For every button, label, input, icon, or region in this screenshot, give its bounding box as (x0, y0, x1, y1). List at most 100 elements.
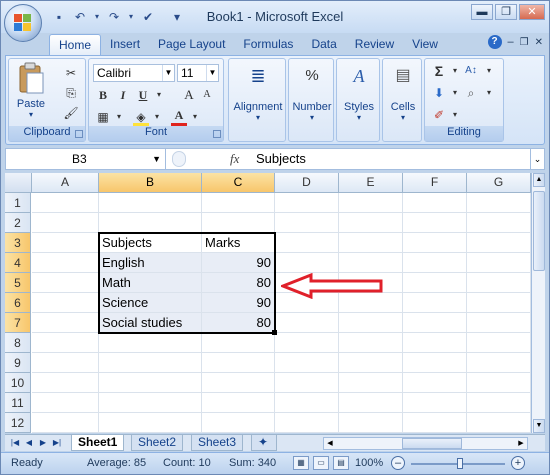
grid-cell[interactable] (467, 293, 531, 313)
grid-cell[interactable] (202, 353, 275, 373)
formula-bar-resize-handle[interactable] (172, 151, 186, 167)
borders-icon[interactable]: ▦ (95, 109, 111, 125)
underline-dropdown-icon[interactable]: ▾ (151, 87, 167, 103)
column-header-d[interactable]: D (275, 173, 339, 193)
italic-button[interactable]: I (115, 87, 131, 103)
grid-cell[interactable] (275, 393, 339, 413)
sort-filter-dropdown-icon[interactable]: ▾ (481, 63, 497, 79)
font-size-dropdown-icon[interactable]: ▼ (206, 65, 218, 81)
grid-cell[interactable] (99, 393, 202, 413)
grid-cell[interactable] (32, 413, 99, 433)
grid-cell[interactable] (403, 353, 467, 373)
grid-cell[interactable] (467, 213, 531, 233)
scroll-up-button[interactable]: ▲ (533, 173, 545, 187)
grid-cell[interactable] (403, 213, 467, 233)
grid-cell[interactable] (275, 413, 339, 433)
grid-cell[interactable] (403, 393, 467, 413)
insert-sheet-icon[interactable]: ✦ (251, 435, 277, 451)
row-header-7[interactable]: 7 (5, 313, 31, 333)
sheet-tab-2[interactable]: Sheet2 (131, 435, 184, 451)
normal-view-icon[interactable]: ▦ (293, 456, 309, 470)
grid-cell[interactable] (275, 213, 339, 233)
grid-cell[interactable] (32, 313, 99, 333)
grid-cell[interactable] (99, 353, 202, 373)
vertical-scrollbar[interactable]: ▲ ▼ (531, 173, 545, 433)
name-box-dropdown-icon[interactable]: ▼ (152, 149, 161, 169)
grid-cell[interactable] (467, 233, 531, 253)
tab-formulas[interactable]: Formulas (234, 34, 302, 56)
paste-dropdown-icon[interactable]: ▾ (13, 110, 49, 119)
doc-close-button[interactable]: ✕ (535, 37, 543, 48)
column-header-c[interactable]: C (202, 173, 275, 193)
styles-button[interactable]: A Styles ▾ (339, 65, 379, 122)
grid-cell[interactable] (339, 213, 403, 233)
grid-cell[interactable] (202, 413, 275, 433)
fill-color-dropdown-icon[interactable]: ▾ (149, 109, 165, 125)
sheet-tab-1[interactable]: Sheet1 (71, 435, 125, 451)
underline-button[interactable]: U (135, 87, 151, 103)
grid-cell[interactable] (202, 393, 275, 413)
autosum-icon[interactable]: Σ (431, 63, 447, 79)
zoom-out-button[interactable]: – (391, 456, 405, 470)
scroll-right-button[interactable]: ▶ (515, 438, 527, 449)
row-header-5[interactable]: 5 (5, 273, 31, 293)
grid-cell[interactable] (403, 293, 467, 313)
column-header-b[interactable]: B (99, 173, 202, 193)
horizontal-scroll-thumb[interactable] (402, 438, 462, 449)
last-sheet-icon[interactable]: ▶| (51, 437, 63, 449)
scroll-left-button[interactable]: ◀ (324, 438, 336, 449)
grid-cell[interactable] (32, 193, 99, 213)
grid-cell[interactable] (467, 353, 531, 373)
select-all-button[interactable] (5, 173, 32, 193)
grid-cell[interactable] (403, 193, 467, 213)
font-color-button[interactable]: A (171, 107, 187, 123)
grid-cell[interactable] (99, 193, 202, 213)
grid-cell[interactable] (32, 393, 99, 413)
grid-cell[interactable] (202, 193, 275, 213)
grid-cell[interactable] (32, 253, 99, 273)
format-painter-icon[interactable]: 🖌 (63, 105, 79, 121)
expand-formula-bar-icon[interactable]: ⌄ (530, 149, 544, 169)
grid-cell[interactable] (275, 193, 339, 213)
tab-data[interactable]: Data (302, 34, 345, 56)
clear-icon[interactable]: ✐ (431, 107, 447, 123)
zoom-level[interactable]: 100% (355, 457, 383, 469)
prev-sheet-icon[interactable]: ◀ (23, 437, 35, 449)
grid-cell[interactable] (403, 313, 467, 333)
next-sheet-icon[interactable]: ▶ (37, 437, 49, 449)
grid-cell[interactable] (202, 373, 275, 393)
alignment-button[interactable]: ≣ Alignment ▾ (233, 65, 283, 122)
row-header-1[interactable]: 1 (5, 193, 31, 213)
minimize-button[interactable]: ▬ (471, 4, 493, 20)
grid-cell[interactable] (339, 313, 403, 333)
grid-cell[interactable] (99, 413, 202, 433)
grid-cell[interactable] (467, 413, 531, 433)
column-header-e[interactable]: E (339, 173, 403, 193)
find-select-dropdown-icon[interactable]: ▾ (481, 85, 497, 101)
tab-home[interactable]: Home (49, 34, 102, 56)
shrink-font-button[interactable]: A (199, 87, 215, 103)
tab-view[interactable]: View (403, 34, 447, 56)
close-button[interactable]: ✕ (519, 4, 545, 20)
grid-cell[interactable] (99, 373, 202, 393)
bold-button[interactable]: B (95, 87, 111, 103)
sort-filter-icon[interactable]: A↕ (463, 63, 479, 79)
grid-cell[interactable] (339, 193, 403, 213)
fill-icon[interactable]: ⬇ (431, 85, 447, 101)
cells-group[interactable]: ▤ Cells ▾ (382, 58, 422, 142)
tab-review[interactable]: Review (346, 34, 403, 56)
alignment-group[interactable]: ≣ Alignment ▾ (228, 58, 286, 142)
row-header-4[interactable]: 4 (5, 253, 31, 273)
clear-dropdown-icon[interactable]: ▾ (447, 107, 463, 123)
grid-cell[interactable] (339, 233, 403, 253)
worksheet-grid[interactable]: A B C D E F G 1 2 3 Subjects Marks 4 English 90 5 Math 80… (5, 173, 531, 433)
grid-cell[interactable] (339, 393, 403, 413)
grid-cell[interactable] (467, 253, 531, 273)
column-header-f[interactable]: F (403, 173, 467, 193)
grow-font-button[interactable]: A (181, 87, 197, 103)
grid-cell[interactable] (32, 273, 99, 293)
grid-cell[interactable] (99, 333, 202, 353)
grid-cell[interactable] (467, 373, 531, 393)
row-header-9[interactable]: 9 (5, 353, 31, 373)
row-header-10[interactable]: 10 (5, 373, 31, 393)
